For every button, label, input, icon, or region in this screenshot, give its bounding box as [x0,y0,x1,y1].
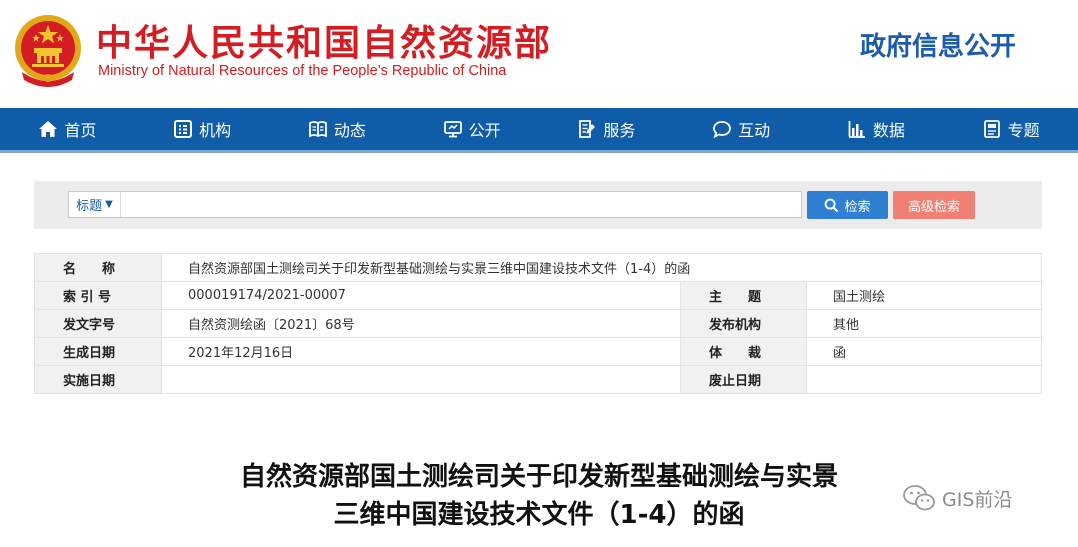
table-row: 实施日期 废止日期 [34,365,1042,394]
nav-item-org[interactable]: 机构 [135,108,270,150]
table-row: 生成日期 2021年12月16日 体 裁 函 [34,337,1042,366]
name-value: 自然资源部国土测绘司关于印发新型基础测绘与实景三维中国建设技术文件（1-4）的函 [161,253,1042,282]
date-label: 生成日期 [34,337,162,366]
effective-date-label: 实施日期 [34,365,162,394]
search-bar: 标题 ▼ 检索 高级检索 [34,181,1042,229]
search-field-select[interactable]: 标题 ▼ [69,192,121,217]
ministry-name-chinese[interactable]: 中华人民共和国自然资源部 [96,14,552,66]
index-label: 索 引 号 [34,281,162,310]
ministry-name-english[interactable]: Ministry of Natural Resources of the Peo… [98,63,506,79]
search-input[interactable] [123,192,799,217]
table-row: 名 称 自然资源部国土测绘司关于印发新型基础测绘与实景三维中国建设技术文件（1-… [34,253,1042,282]
search-field-label: 标题 [76,199,103,214]
nav-item-news[interactable]: 动态 [270,108,405,150]
index-value: 000019174/2021-00007 [161,281,681,310]
table-row: 发文字号 自然资测绘函〔2021〕68号 发布机构 其他 [34,309,1042,338]
main-nav: 首页 机构 动态 公开 服务 互动 数据 专题 [0,108,1078,153]
nav-label: 专题 [1007,121,1040,140]
nav-label: 机构 [199,121,232,140]
nav-label: 互动 [738,121,771,140]
nav-item-interact[interactable]: 互动 [674,108,809,150]
table-row: 索 引 号 000019174/2021-00007 主 题 国土测绘 [34,281,1042,310]
effective-date-value [161,365,681,394]
subject-label: 主 题 [680,281,807,310]
nav-label: 首页 [64,121,97,140]
document-info-table: 名 称 自然资源部国土测绘司关于印发新型基础测绘与实景三维中国建设技术文件（1-… [34,253,1042,394]
chevron-down-icon: ▼ [105,199,113,210]
advanced-search-button[interactable]: 高级检索 [893,191,975,219]
nav-item-open[interactable]: 公开 [404,108,539,150]
nav-label: 服务 [603,121,636,140]
section-title[interactable]: 政府信息公开 [860,26,1016,63]
search-icon [825,198,839,212]
nav-item-home[interactable]: 首页 [0,108,135,150]
doc-number-label: 发文字号 [34,309,162,338]
topic-icon [983,120,1000,138]
subject-value: 国土测绘 [806,281,1042,310]
watermark-text: GIS前沿 [942,488,1013,511]
home-icon [39,121,58,137]
date-value: 2021年12月16日 [161,337,681,366]
chat-icon [713,121,732,139]
monitor-icon [443,121,462,138]
nav-label: 公开 [468,121,501,140]
bar-chart-icon [848,121,865,138]
site-header: 中华人民共和国自然资源部 Ministry of Natural Resourc… [0,0,1078,108]
genre-value: 函 [806,337,1042,366]
expiry-date-label: 废止日期 [680,365,807,394]
nav-label: 数据 [872,121,905,140]
search-box: 标题 ▼ [68,191,802,218]
book-icon [308,121,327,138]
doc-number-value: 自然资测绘函〔2021〕68号 [161,309,681,338]
wechat-icon [903,485,935,511]
publisher-label: 发布机构 [680,309,807,338]
genre-label: 体 裁 [680,337,807,366]
nav-item-service[interactable]: 服务 [539,108,674,150]
org-icon [174,120,193,138]
advanced-search-label: 高级检索 [907,199,960,215]
search-button-label: 检索 [844,199,871,215]
name-label: 名 称 [34,253,162,282]
document-edit-icon [579,120,596,138]
watermark: GIS前沿 [902,484,1012,512]
nav-item-data[interactable]: 数据 [809,108,944,150]
national-emblem-icon[interactable] [12,12,84,88]
publisher-value: 其他 [806,309,1042,338]
expiry-date-value [806,365,1042,394]
search-button[interactable]: 检索 [807,191,888,219]
nav-label: 动态 [333,121,366,140]
nav-item-topic[interactable]: 专题 [943,108,1078,150]
